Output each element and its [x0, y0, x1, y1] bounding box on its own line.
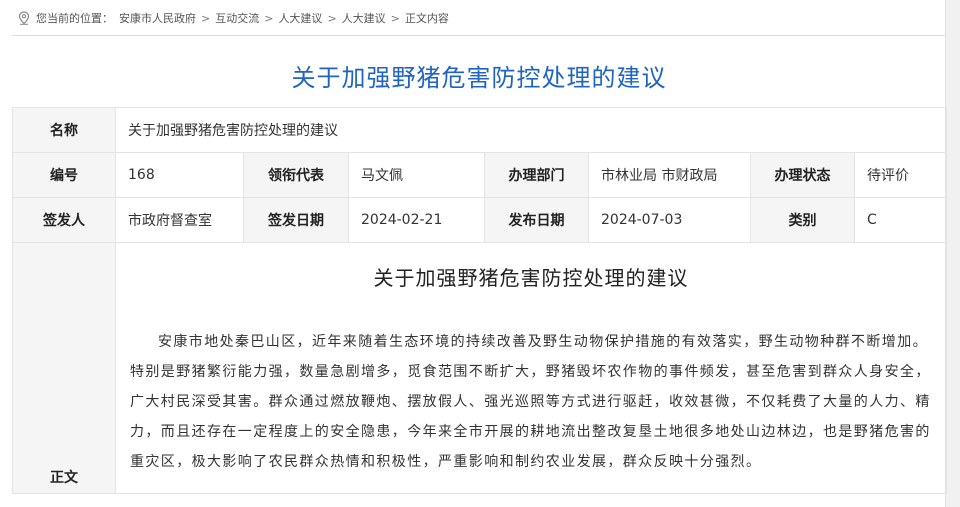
page-title: 关于加强野猪危害防控处理的建议 [291, 64, 667, 92]
breadcrumb-link-npc-suggestions[interactable]: 人大建议 [278, 10, 322, 26]
status-value: 待评价 [853, 152, 948, 198]
breadcrumb-link-npc-suggestions-sub[interactable]: 人大建议 [342, 10, 386, 26]
article-paragraph: 安康市地处秦巴山区，近年来随着生态环境的持续改善及野生动物保护措施的有效落实，野… [130, 334, 931, 470]
breadcrumb-separator: > [264, 11, 274, 25]
number-label: 编号 [12, 152, 116, 198]
suggestion-info-table: 名称 关于加强野猪危害防控处理的建议 编号 168 领衔代表 马文佩 办理部门 … [12, 107, 948, 494]
category-value: C [853, 197, 948, 243]
table-row-body: 正文 关于加强野猪危害防控处理的建议 安康市地处秦巴山区，近年来随着生态环境的持… [12, 242, 948, 494]
location-pin-icon [18, 11, 30, 25]
table-row-dates: 签发人 市政府督查室 签发日期 2024-02-21 发布日期 2024-07-… [12, 197, 948, 243]
name-label: 名称 [12, 107, 116, 153]
body-label: 正文 [12, 242, 116, 494]
table-row-meta: 编号 168 领衔代表 马文佩 办理部门 市林业局 市财政局 办理状态 待评价 [12, 152, 948, 198]
header-divider [12, 35, 946, 36]
dept-label: 办理部门 [484, 152, 589, 198]
lead-rep-value: 马文佩 [348, 152, 485, 198]
issue-date-value: 2024-02-21 [348, 197, 485, 243]
status-label: 办理状态 [750, 152, 855, 198]
breadcrumb-separator: > [201, 11, 211, 25]
dept-value: 市林业局 市财政局 [588, 152, 751, 198]
breadcrumb-current: 正文内容 [404, 12, 449, 25]
article-title: 关于加强野猪危害防控处理的建议 [373, 266, 689, 290]
breadcrumb-separator: > [390, 11, 400, 25]
name-value: 关于加强野猪危害防控处理的建议 [114, 107, 948, 153]
publish-date-label: 发布日期 [484, 197, 589, 243]
breadcrumb: 您当前的位置： 安康市人民政府 > 互动交流 > 人大建议 > 人大建议 > 正… [18, 10, 449, 26]
table-row-name: 名称 关于加强野猪危害防控处理的建议 [12, 107, 948, 153]
category-label: 类别 [750, 197, 855, 243]
breadcrumb-link-interaction[interactable]: 互动交流 [215, 10, 259, 26]
body-content: 关于加强野猪危害防控处理的建议 安康市地处秦巴山区，近年来随着生态环境的持续改善… [114, 242, 948, 494]
issue-date-label: 签发日期 [243, 197, 349, 243]
lead-rep-label: 领衔代表 [243, 152, 349, 198]
breadcrumb-separator: > [327, 11, 337, 25]
page-scrollbar[interactable] [945, 0, 960, 507]
number-value: 168 [115, 152, 244, 198]
breadcrumb-link-home[interactable]: 安康市人民政府 [119, 10, 196, 26]
breadcrumb-prefix: 您当前的位置： [36, 12, 113, 25]
publish-date-value: 2024-07-03 [588, 197, 751, 243]
issuer-value: 市政府督查室 [115, 197, 244, 243]
issuer-label: 签发人 [12, 197, 116, 243]
